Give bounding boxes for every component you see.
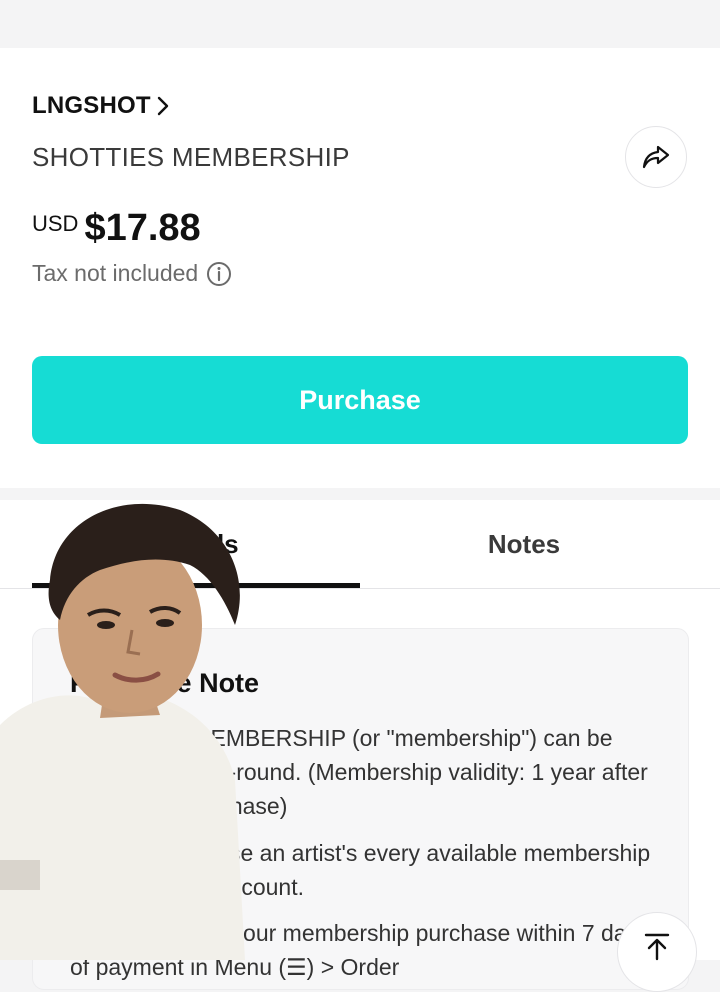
purchase-button[interactable]: Purchase bbox=[32, 356, 688, 444]
chevron-right-icon bbox=[157, 96, 168, 116]
price-amount: $17.88 bbox=[84, 207, 201, 249]
arrow-up-to-top-icon bbox=[644, 933, 670, 961]
share-icon bbox=[642, 145, 670, 169]
tax-note-row: Tax not included bbox=[32, 260, 232, 287]
product-title: SHOTTIES MEMBERSHIP bbox=[32, 142, 350, 172]
price-row: USD $17.88 bbox=[32, 205, 201, 251]
artist-link[interactable]: LNGSHOT bbox=[32, 92, 169, 120]
price-currency: USD bbox=[32, 211, 79, 236]
scroll-to-top-button[interactable] bbox=[617, 912, 697, 992]
tab-notes[interactable]: Notes bbox=[360, 500, 688, 588]
tax-note: Tax not included bbox=[32, 260, 199, 286]
info-icon[interactable] bbox=[206, 261, 232, 287]
person-overlay-image bbox=[0, 503, 245, 960]
top-strip bbox=[0, 0, 720, 48]
artist-name: LNGSHOT bbox=[32, 92, 151, 119]
share-button[interactable] bbox=[625, 126, 687, 188]
